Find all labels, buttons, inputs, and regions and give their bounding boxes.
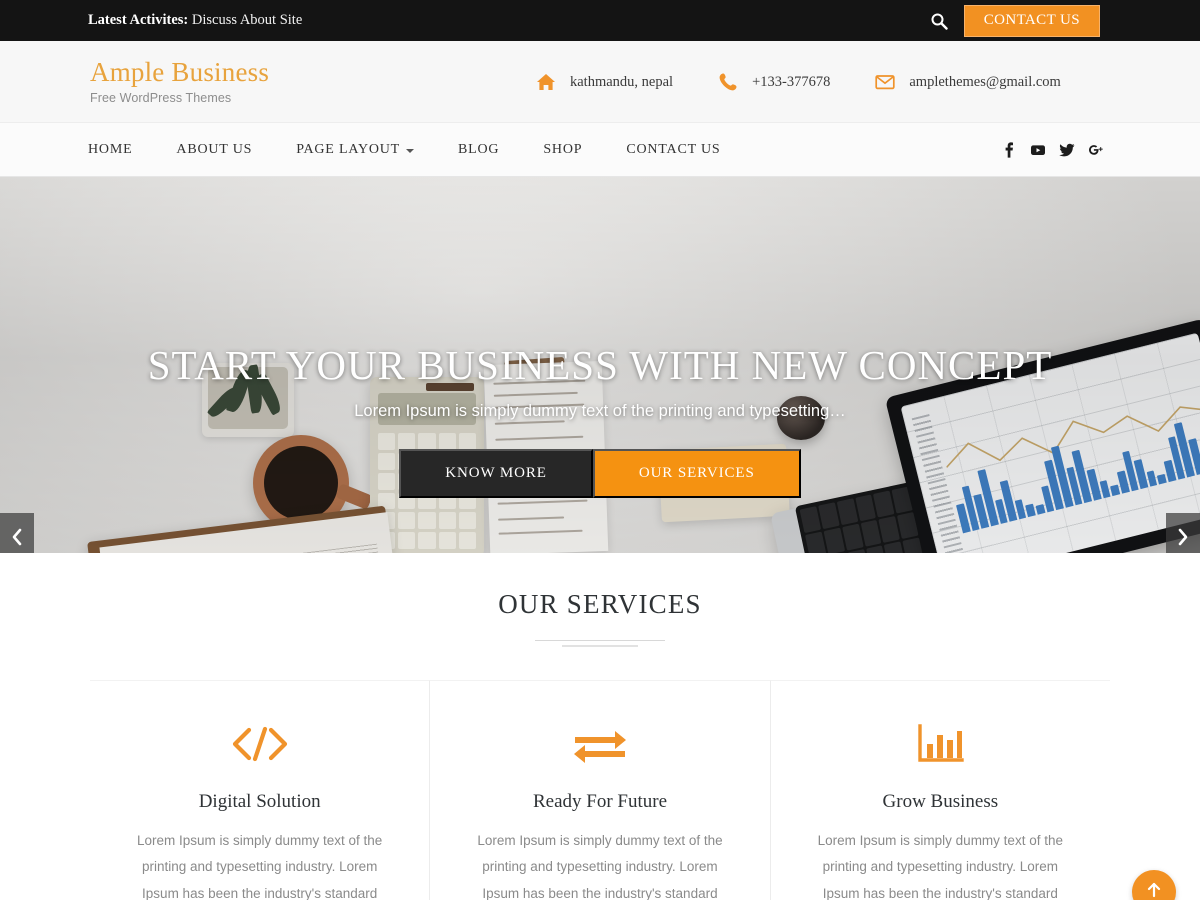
service-title: Ready For Future [532, 791, 668, 812]
brand-title: Ample Business [90, 57, 270, 88]
contact-address: kathmandu, nepal [535, 71, 673, 93]
latest-activity-label: Latest Activites: [88, 12, 189, 28]
nav-label: PAGE LAYOUT [296, 141, 401, 157]
main-navigation: HOME ABOUT US PAGE LAYOUT BLOG SHOP CONT… [0, 123, 1200, 177]
services-cards: Digital Solution Lorem Ipsum is simply d… [90, 680, 1110, 900]
youtube-icon[interactable] [1030, 142, 1046, 158]
hero-slider: CASHBOOK BUSINESS Economy of the Europea… [0, 177, 1200, 553]
chevron-down-icon [406, 148, 415, 153]
hero-caption: START YOUR BUSINESS WITH NEW CONCEPT Lor… [0, 342, 1200, 499]
nav-item-blog[interactable]: BLOG [436, 142, 521, 158]
service-text: Lorem Ipsum is simply dummy text of the … [136, 833, 383, 900]
our-services-button[interactable]: OUR SERVICES [592, 449, 801, 499]
contact-address-text: kathmandu, nepal [570, 73, 674, 90]
contact-email-text: amplethemes@gmail.com [909, 73, 1061, 90]
brand-subtitle: Free WordPress Themes [90, 90, 232, 105]
latest-activity-value: Discuss About Site [188, 12, 303, 28]
facebook-icon[interactable] [1001, 142, 1017, 158]
top-bar-actions: CONTACT US [930, 0, 1100, 41]
slider-next-button[interactable] [1166, 513, 1200, 553]
nav-label: BLOG [458, 141, 500, 157]
header-contact-info: kathmandu, nepal +133-377678 amplethemes… [535, 41, 1061, 123]
contact-phone-text: +133-377678 [752, 73, 831, 90]
latest-activity-text: Latest Activites: Discuss About Site [88, 12, 302, 29]
nav-item-contact-us[interactable]: CONTACT US [604, 142, 742, 158]
services-heading: OUR SERVICES [498, 589, 702, 619]
service-card-ready-for-future[interactable]: Ready For Future Lorem Ipsum is simply d… [430, 680, 771, 900]
code-icon [114, 721, 405, 767]
arrow-up-icon [1146, 881, 1162, 900]
service-title: Grow Business [882, 791, 999, 812]
service-card-digital-solution[interactable]: Digital Solution Lorem Ipsum is simply d… [90, 680, 431, 900]
service-text: Lorem Ipsum is simply dummy text of the … [817, 833, 1063, 900]
chevron-right-icon [1176, 527, 1190, 547]
nav-list: HOME ABOUT US PAGE LAYOUT BLOG SHOP CONT… [88, 142, 742, 158]
nav-item-about-us[interactable]: ABOUT US [154, 142, 274, 158]
envelope-icon [874, 71, 896, 93]
site-header: Ample Business Free WordPress Themes kat… [0, 41, 1200, 123]
section-divider [515, 640, 685, 647]
know-more-button[interactable]: KNOW MORE [399, 449, 593, 499]
home-icon [535, 71, 557, 93]
nav-label: ABOUT US [176, 141, 253, 157]
googleplus-icon[interactable] [1088, 142, 1104, 158]
service-text: Lorem Ipsum is simply dummy text of the … [477, 833, 723, 900]
nav-label: HOME [88, 141, 133, 157]
service-card-grow-business[interactable]: Grow Business Lorem Ipsum is simply dumm… [770, 680, 1110, 900]
exchange-arrows-icon [454, 721, 745, 767]
contact-email: amplethemes@gmail.com [874, 71, 1061, 93]
nav-item-shop[interactable]: SHOP [521, 142, 604, 158]
twitter-icon[interactable] [1059, 142, 1075, 158]
nav-label: CONTACT US [626, 141, 721, 157]
service-title: Digital Solution [198, 791, 321, 812]
page-root: Latest Activites: Discuss About Site CON… [0, 0, 1200, 900]
bar-chart-icon [795, 721, 1086, 767]
nav-item-page-layout[interactable]: PAGE LAYOUT [274, 142, 436, 158]
search-icon[interactable] [930, 12, 948, 30]
hero-buttons: KNOW MORE OUR SERVICES [0, 449, 1200, 499]
brand[interactable]: Ample Business Free WordPress Themes [90, 57, 270, 105]
nav-item-home[interactable]: HOME [88, 142, 154, 158]
contact-phone: +133-377678 [717, 71, 830, 93]
nav-label: SHOP [543, 141, 583, 157]
hero-subtitle: Lorem Ipsum is simply dummy text of the … [354, 402, 846, 421]
phone-icon [717, 71, 739, 93]
chevron-left-icon [10, 527, 24, 547]
social-links [1001, 123, 1104, 177]
top-bar: Latest Activites: Discuss About Site CON… [0, 0, 1200, 41]
services-section: OUR SERVICES Digital Solution Lorem Ipsu… [0, 553, 1200, 900]
hero-title: START YOUR BUSINESS WITH NEW CONCEPT [147, 342, 1053, 388]
contact-us-button[interactable]: CONTACT US [963, 4, 1100, 37]
slider-prev-button[interactable] [0, 513, 34, 553]
